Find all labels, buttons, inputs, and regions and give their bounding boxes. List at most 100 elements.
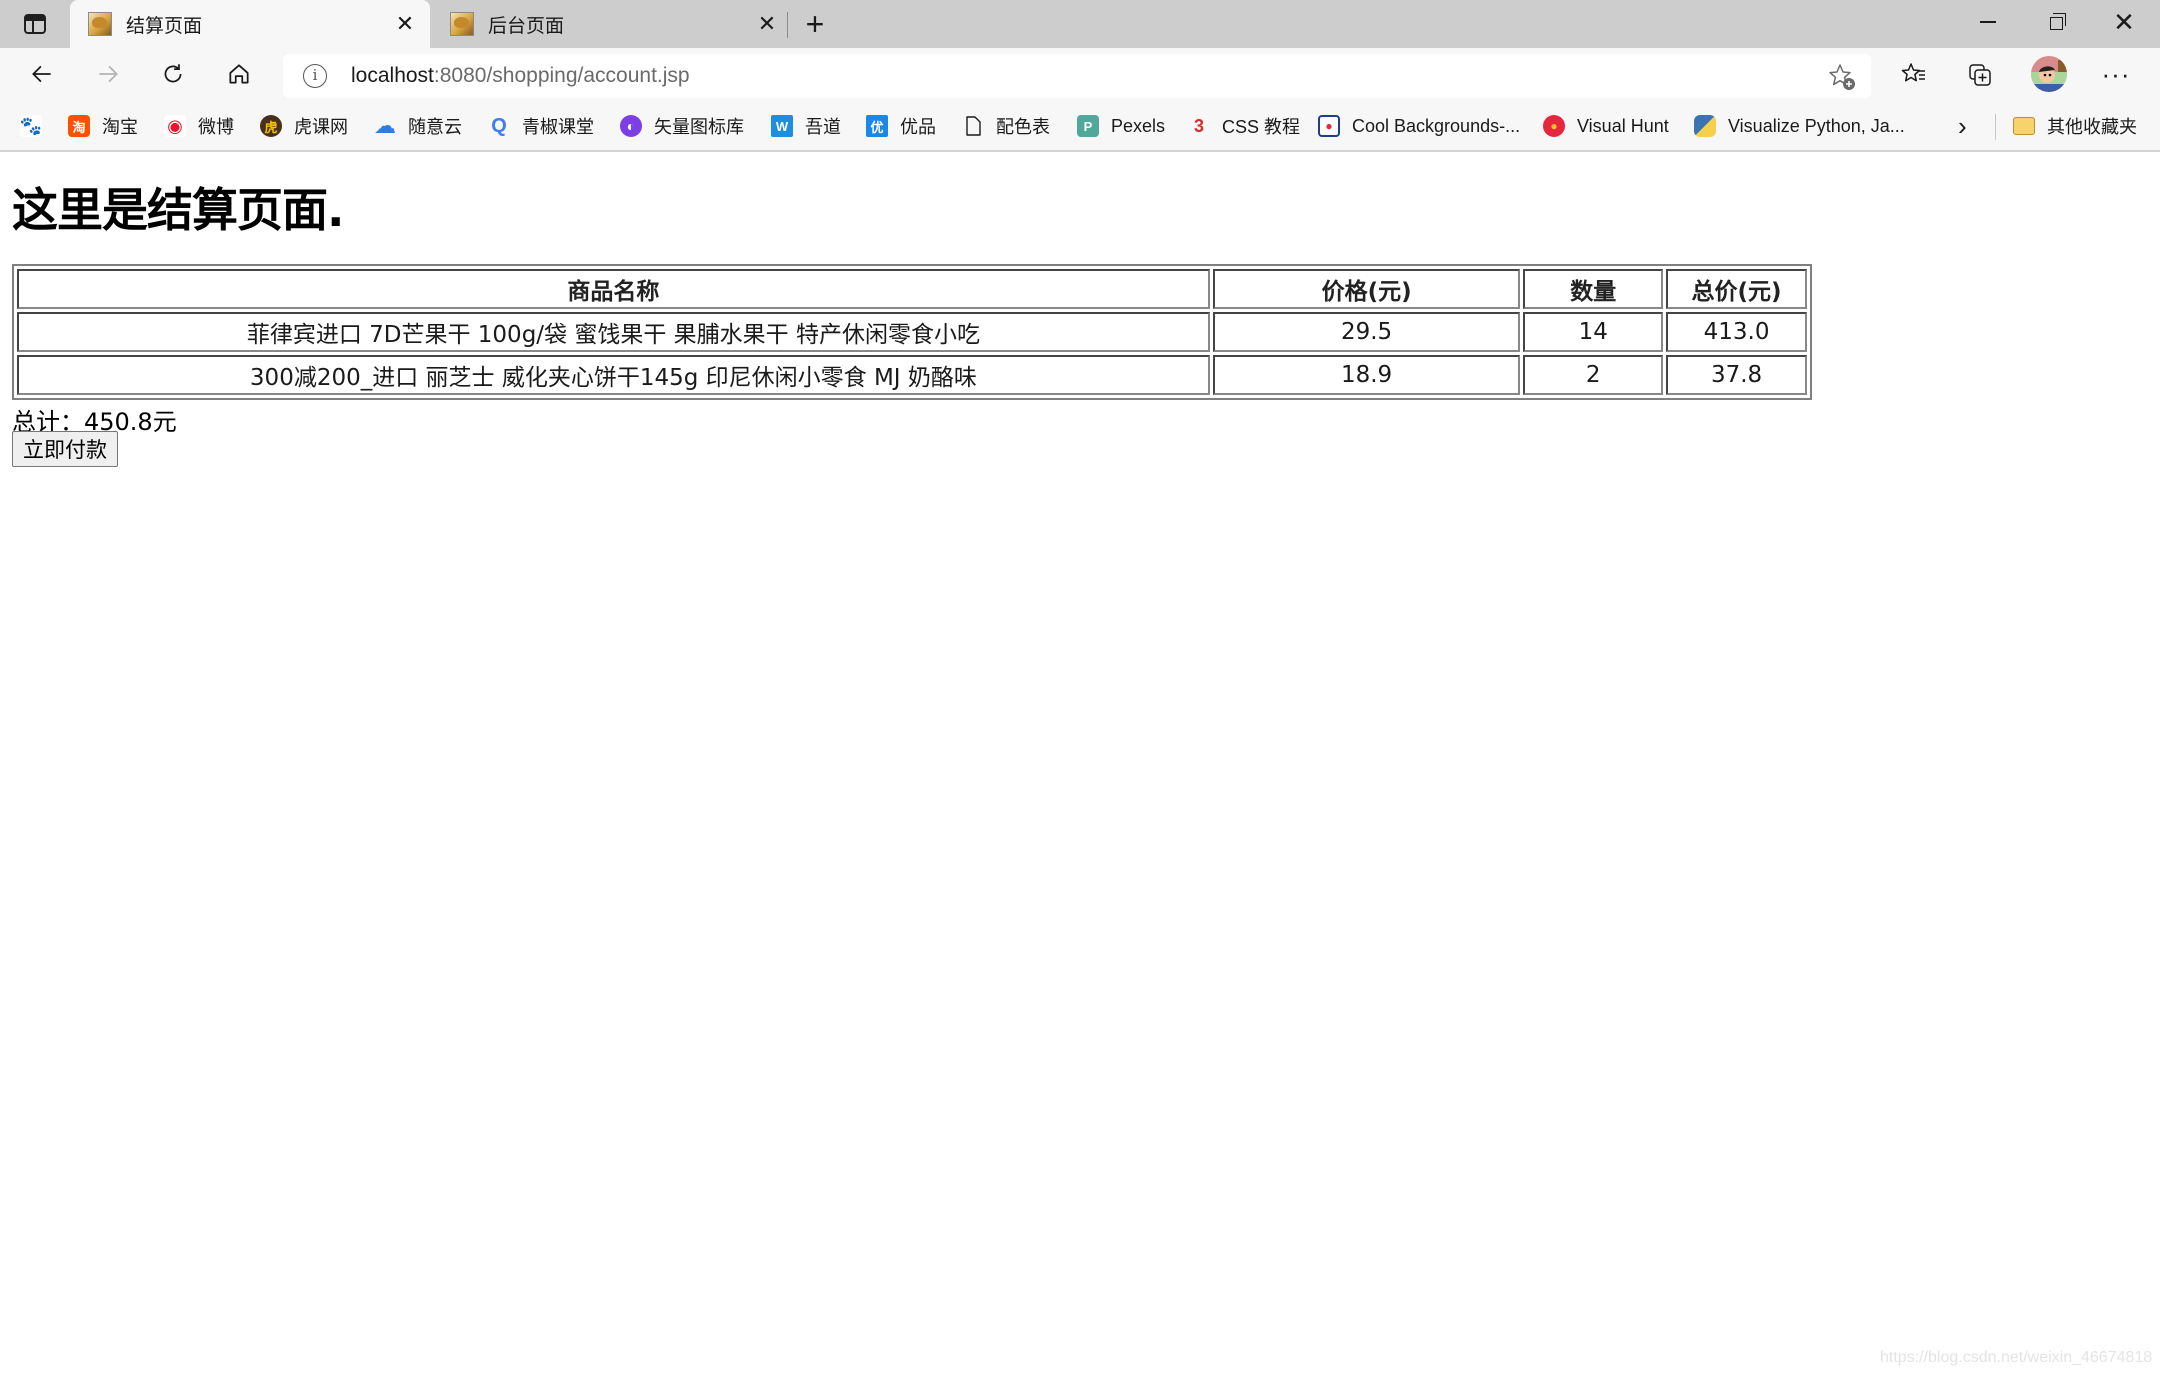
bookmark-label: 随意云 — [408, 117, 462, 137]
bookmarks-overflow-icon[interactable]: › — [1958, 112, 1967, 140]
wudao-icon: W — [771, 115, 793, 137]
tab-separator — [787, 12, 788, 38]
cell-price: 29.5 — [1212, 312, 1521, 352]
bookmark-label: 淘宝 — [102, 117, 138, 137]
url-text[interactable]: localhost:8080/shopping/account.jsp — [351, 64, 690, 88]
header-subtotal: 总价(元) — [1666, 269, 1807, 309]
cell-product-name: 菲律宾进口 7D芒果干 100g/袋 蜜饯果干 果脯水果干 特产休闲零食小吃 — [17, 312, 1210, 352]
page-content: 这里是结算页面. 商品名称 价格(元) 数量 总价(元) 菲律宾进口 7D芒果干… — [0, 152, 2160, 1380]
bookmarks-separator — [1995, 114, 1996, 140]
taobao-icon: 淘 — [68, 115, 90, 137]
bookmark-label: Cool Backgrounds-... — [1352, 115, 1521, 136]
weibo-icon: ◉ — [164, 115, 186, 137]
browser-toolbar: i localhost:8080/shopping/account.jsp ··… — [0, 48, 2160, 100]
bookmark-visualize-python[interactable]: Visualize Python, Ja... — [1694, 112, 1905, 140]
table-row: 300减200_进口 丽芝士 威化夹心饼干145g 印尼休闲小零食 MJ 奶酪味… — [17, 355, 1807, 395]
bookmark-wudao[interactable]: W 吾道 — [771, 112, 841, 140]
tab-title: 后台页面 — [488, 15, 565, 37]
collections-icon — [1969, 64, 1991, 86]
bookmark-visual-hunt[interactable]: ● Visual Hunt — [1543, 112, 1669, 140]
tab-actions-icon — [24, 14, 46, 34]
bookmark-taobao[interactable]: 淘 淘宝 — [68, 112, 138, 140]
bookmark-label: Pexels — [1111, 115, 1166, 136]
python-icon — [1694, 115, 1716, 137]
forward-button[interactable] — [86, 52, 130, 96]
cloud-icon: ☁ — [374, 113, 396, 138]
bookmark-label: 矢量图标库 — [654, 117, 744, 137]
favorites-button[interactable] — [1892, 52, 1936, 96]
site-info-icon[interactable]: i — [303, 64, 327, 88]
tab-actions-button[interactable] — [18, 10, 52, 38]
profile-button[interactable] — [2027, 52, 2071, 96]
minimize-icon — [1980, 21, 1996, 23]
cell-price: 18.9 — [1212, 355, 1521, 395]
bookmark-qingjiao[interactable]: Q 青椒课堂 — [488, 112, 594, 140]
restore-button[interactable] — [2023, 0, 2089, 44]
bookmark-label: 吾道 — [805, 117, 841, 137]
header-price: 价格(元) — [1212, 269, 1521, 309]
youpin-icon: 优 — [866, 115, 888, 137]
baidu-icon: 🐾 — [19, 115, 43, 137]
forward-icon — [99, 65, 118, 83]
header-product-name: 商品名称 — [17, 269, 1210, 309]
back-icon — [32, 65, 51, 83]
home-icon — [229, 64, 249, 84]
favorites-icon — [1901, 63, 1925, 82]
tomcat-favicon-icon — [450, 12, 474, 36]
iconfont-icon: ◐ — [620, 115, 642, 137]
close-tab-icon[interactable]: ✕ — [750, 11, 784, 37]
bookmark-label: 微博 — [198, 117, 234, 137]
home-button[interactable] — [217, 52, 261, 96]
bookmark-suiyiyun[interactable]: ☁ 随意云 — [374, 112, 462, 140]
bookmark-pexels[interactable]: P Pexels — [1077, 112, 1165, 140]
profile-avatar — [2031, 56, 2067, 92]
tab-admin[interactable]: 后台页面 ✕ — [432, 0, 792, 48]
cool-backgrounds-icon: ● — [1318, 115, 1340, 137]
tab-checkout[interactable]: 结算页面 ✕ — [70, 0, 430, 48]
close-window-button[interactable]: ✕ — [2091, 0, 2157, 44]
bookmark-iconfont[interactable]: ◐ 矢量图标库 — [620, 112, 744, 140]
more-icon: ··· — [2101, 58, 2131, 89]
restore-icon — [2049, 13, 2066, 30]
visual-hunt-icon: ● — [1543, 115, 1565, 137]
bookmarks-bar: 🐾 淘 淘宝 ◉ 微博 虎 虎课网 ☁ 随意云 Q 青椒课堂 ◐ 矢量图标库 W… — [0, 100, 2160, 152]
cell-subtotal: 413.0 — [1666, 312, 1807, 352]
bookmark-other-favorites[interactable]: 其他收藏夹 — [2013, 112, 2137, 140]
add-favorite-icon[interactable] — [1827, 62, 1857, 92]
page-title: 这里是结算页面. — [12, 183, 344, 237]
cell-subtotal: 37.8 — [1666, 355, 1807, 395]
bookmark-baidu[interactable]: 🐾 — [20, 112, 54, 140]
refresh-icon — [164, 64, 182, 83]
bookmark-weibo[interactable]: ◉ 微博 — [164, 112, 234, 140]
refresh-button[interactable] — [151, 52, 195, 96]
table-header-row: 商品名称 价格(元) 数量 总价(元) — [17, 269, 1807, 309]
minimize-button[interactable] — [1955, 0, 2021, 44]
pay-now-button[interactable]: 立即付款 — [12, 431, 118, 467]
collections-button[interactable] — [1958, 52, 2002, 96]
back-button[interactable] — [20, 52, 64, 96]
close-tab-icon[interactable]: ✕ — [388, 11, 422, 37]
bookmark-youpin[interactable]: 优 优品 — [866, 112, 936, 140]
url-path: :8080/shopping/account.jsp — [433, 64, 690, 87]
bookmark-label: CSS 教程 — [1222, 117, 1301, 137]
tomcat-favicon-icon — [88, 12, 112, 36]
bookmark-peisebiao[interactable]: 配色表 — [962, 112, 1050, 140]
url-host: localhost — [351, 64, 434, 87]
pexels-icon: P — [1077, 115, 1099, 137]
more-button[interactable]: ··· — [2094, 52, 2138, 96]
bookmark-cool-backgrounds[interactable]: ● Cool Backgrounds-... — [1318, 112, 1520, 140]
cart-table: 商品名称 价格(元) 数量 总价(元) 菲律宾进口 7D芒果干 100g/袋 蜜… — [12, 264, 1812, 400]
bookmark-label: 虎课网 — [294, 117, 348, 137]
address-bar[interactable]: i localhost:8080/shopping/account.jsp — [283, 54, 1871, 98]
cell-product-name: 300减200_进口 丽芝士 威化夹心饼干145g 印尼休闲小零食 MJ 奶酪味 — [17, 355, 1210, 395]
bookmark-label: 优品 — [900, 117, 936, 137]
cell-quantity: 14 — [1523, 312, 1664, 352]
qingjiao-icon: Q — [491, 114, 507, 137]
huke-icon: 虎 — [260, 115, 282, 137]
bookmark-huke[interactable]: 虎 虎课网 — [260, 112, 348, 140]
tab-title: 结算页面 — [126, 15, 203, 37]
new-tab-button[interactable]: + — [800, 4, 830, 44]
bookmark-label: Visual Hunt — [1577, 115, 1669, 136]
bookmark-css-tutorial[interactable]: 3 CSS 教程 — [1188, 112, 1300, 140]
css-icon: 3 — [1193, 115, 1204, 136]
